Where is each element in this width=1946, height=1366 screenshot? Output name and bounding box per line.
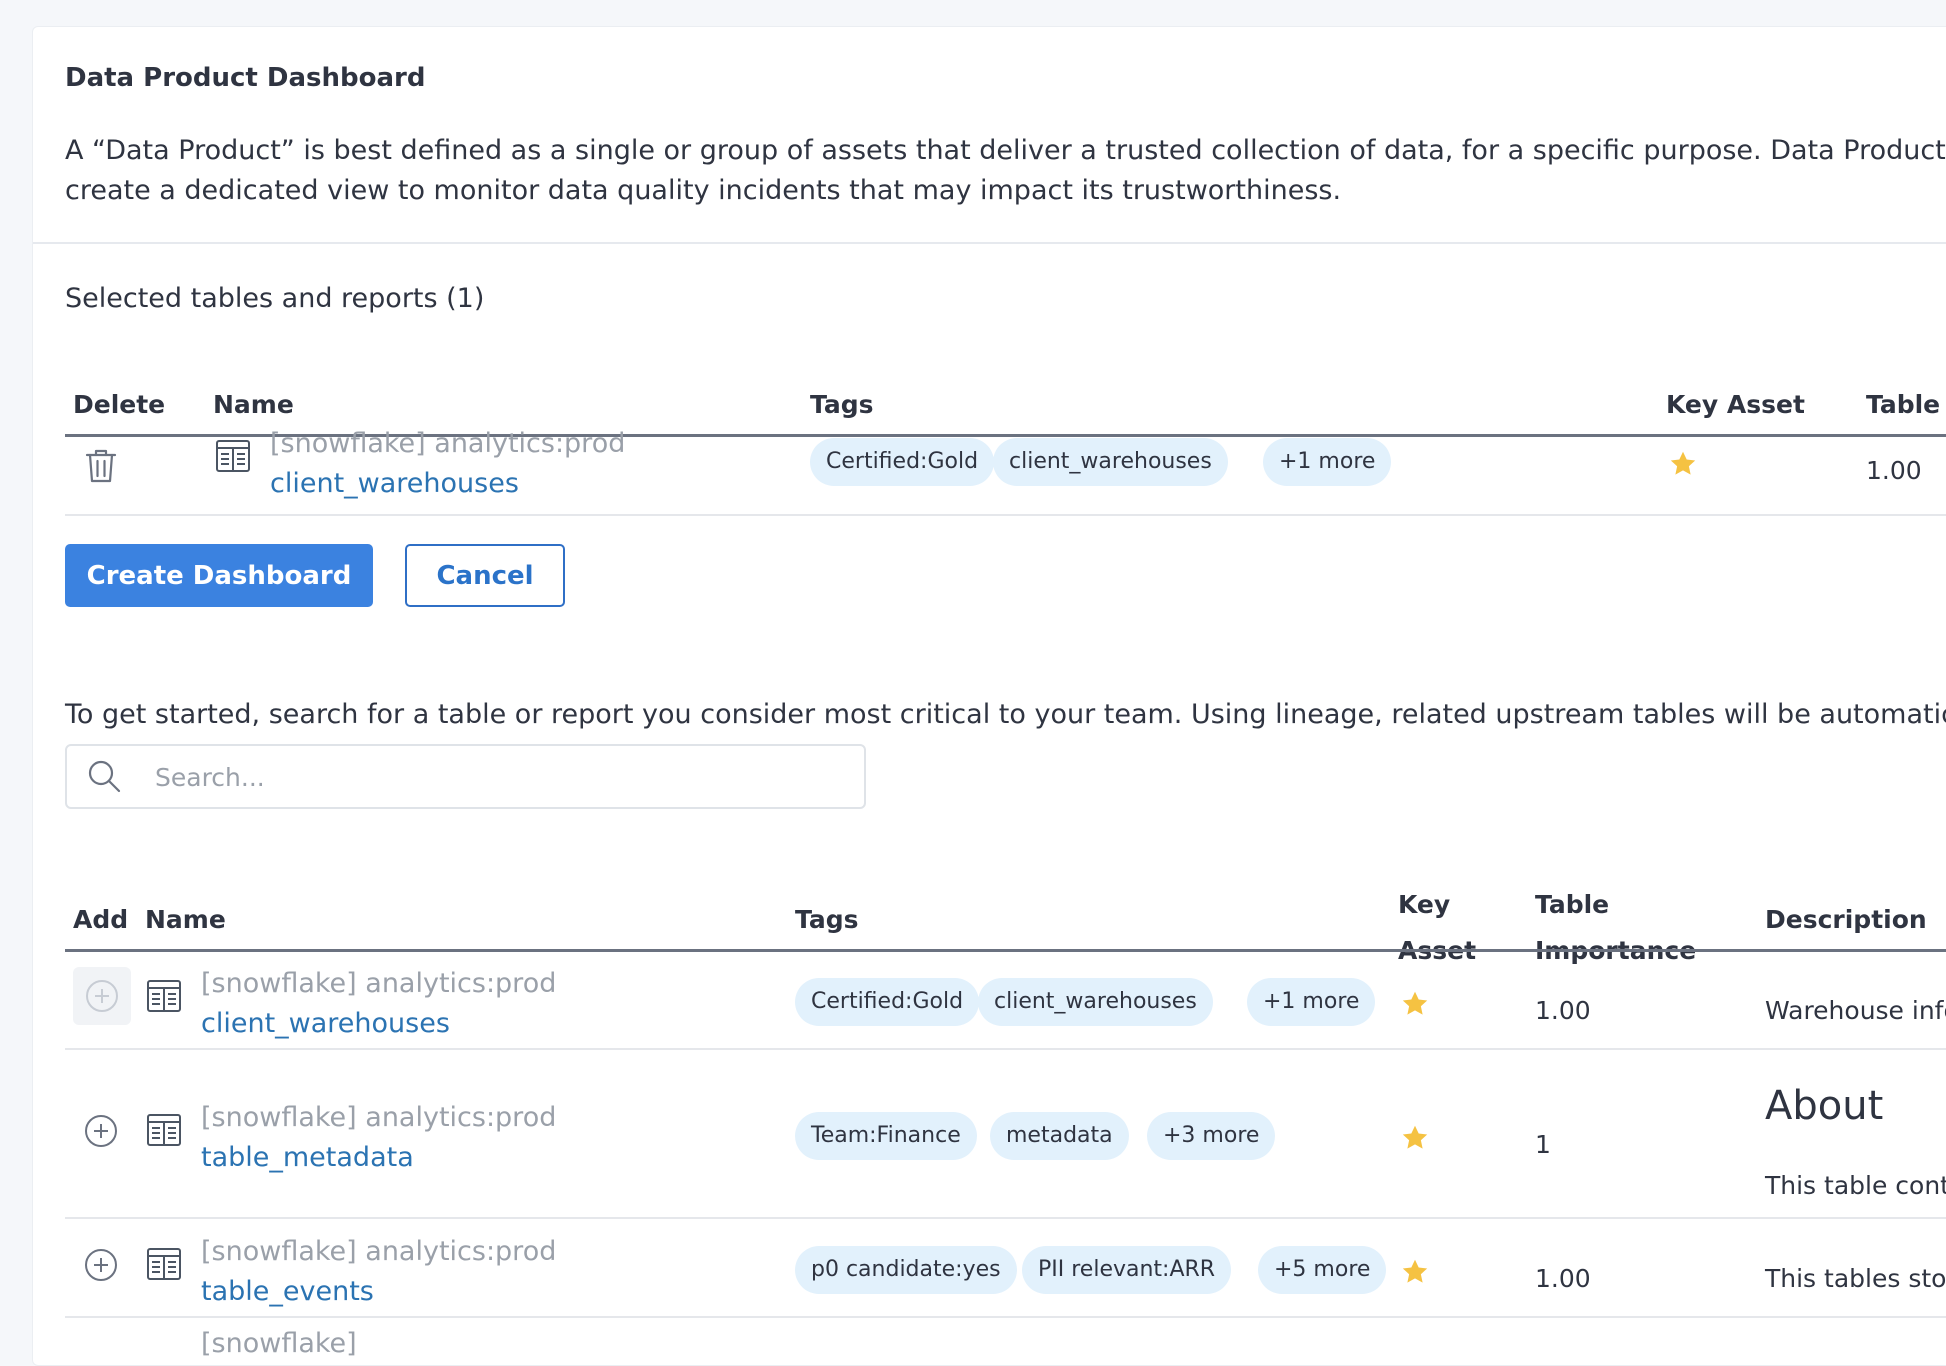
plus-circle-icon — [85, 1249, 117, 1281]
selected-section-title: Selected tables and reports (1) — [65, 283, 485, 314]
tag-pill[interactable]: client_warehouses — [993, 438, 1228, 486]
row-rule — [65, 1048, 1946, 1050]
asset-name-link[interactable]: client_warehouses — [201, 1008, 450, 1039]
description-heading: About — [1765, 1083, 1884, 1129]
search-box[interactable] — [65, 744, 866, 809]
asset-name-link[interactable]: client_warehouses — [270, 468, 519, 499]
tag-pill[interactable]: client_warehouses — [978, 978, 1213, 1026]
results-header-rule — [65, 949, 1946, 952]
header-importance-line1: Table — [1535, 890, 1610, 919]
add-button-disabled — [73, 967, 131, 1025]
intro-line-1: A “Data Product” is best defined as a si… — [65, 135, 1946, 166]
results-header-add: Add — [73, 905, 129, 934]
tag-more-pill[interactable]: +3 more — [1147, 1112, 1276, 1160]
intro-text: A “Data Product” is best defined as a si… — [65, 131, 1946, 211]
table-importance-value: 1.00 — [1535, 1264, 1591, 1293]
results-header-tags: Tags — [795, 905, 859, 934]
tag-pill[interactable]: Certified:Gold — [795, 978, 980, 1026]
tag-more-pill[interactable]: +1 more — [1247, 978, 1376, 1026]
search-help-text: To get started, search for a table or re… — [65, 699, 1946, 730]
add-button[interactable] — [84, 1248, 118, 1286]
add-button[interactable] — [84, 1114, 118, 1152]
results-header-key-asset[interactable]: Key Asset — [1398, 882, 1476, 974]
results-header-table-importance[interactable]: Table Importance — [1535, 882, 1696, 974]
asset-path: [snowflake] analytics:prod — [201, 1236, 557, 1267]
delete-button[interactable] — [84, 447, 118, 489]
table-icon — [215, 438, 251, 474]
selected-row-rule — [65, 514, 1946, 516]
results-header-name[interactable]: Name — [145, 905, 226, 934]
star-icon — [1400, 1257, 1430, 1287]
results-header-description: Description — [1765, 905, 1927, 934]
table-importance-value: 1 — [1535, 1130, 1551, 1159]
header-key-asset-line1: Key — [1398, 890, 1451, 919]
tag-pill[interactable]: Team:Finance — [795, 1112, 977, 1160]
description-text: Warehouse info — [1765, 996, 1946, 1025]
description-text: This table conta — [1765, 1171, 1946, 1200]
table-importance-value: 1.00 — [1535, 996, 1591, 1025]
table-icon — [146, 1112, 182, 1148]
search-icon — [87, 759, 123, 799]
tag-more-pill[interactable]: +1 more — [1263, 438, 1392, 486]
table-icon — [146, 978, 182, 1014]
tag-more-pill[interactable]: +5 more — [1258, 1246, 1387, 1294]
section-divider — [33, 242, 1946, 244]
header-table-importance[interactable]: Table I — [1866, 390, 1946, 419]
row-rule — [65, 1217, 1946, 1219]
description-text: This tables stor — [1765, 1264, 1946, 1293]
asset-path: [snowflake] analytics:prod — [201, 1102, 557, 1133]
table-icon — [146, 1246, 182, 1282]
cancel-button[interactable]: Cancel — [405, 544, 565, 607]
plus-circle-icon — [86, 980, 118, 1012]
row-rule — [65, 1316, 1946, 1318]
asset-path: [snowflake] analytics:prod — [270, 428, 626, 459]
page-title: Data Product Dashboard — [65, 63, 426, 93]
header-name[interactable]: Name — [213, 390, 294, 419]
header-key-asset[interactable]: Key Asset — [1666, 390, 1805, 419]
tag-pill[interactable]: Certified:Gold — [810, 438, 995, 486]
create-dashboard-button[interactable]: Create Dashboard — [65, 544, 373, 607]
asset-name-link[interactable]: table_events — [201, 1276, 374, 1307]
table-importance-value: 1.00 — [1866, 456, 1922, 485]
intro-line-2: create a dedicated view to monitor data … — [65, 175, 1342, 206]
header-delete: Delete — [73, 390, 166, 419]
star-icon — [1400, 1123, 1430, 1153]
header-tags: Tags — [810, 390, 874, 419]
trash-icon — [85, 449, 117, 483]
tag-pill[interactable]: p0 candidate:yes — [795, 1246, 1017, 1294]
plus-circle-icon — [85, 1115, 117, 1147]
tag-pill[interactable]: PII relevant:ARR — [1022, 1246, 1232, 1294]
dashboard-card: Data Product Dashboard A “Data Product” … — [32, 26, 1946, 1366]
star-icon — [1668, 449, 1698, 479]
asset-path: [snowflake] analytics:prod — [201, 968, 557, 999]
tag-pill[interactable]: metadata — [990, 1112, 1129, 1160]
asset-name-link[interactable]: table_metadata — [201, 1142, 414, 1173]
star-icon — [1400, 989, 1430, 1019]
search-input[interactable] — [155, 758, 845, 796]
